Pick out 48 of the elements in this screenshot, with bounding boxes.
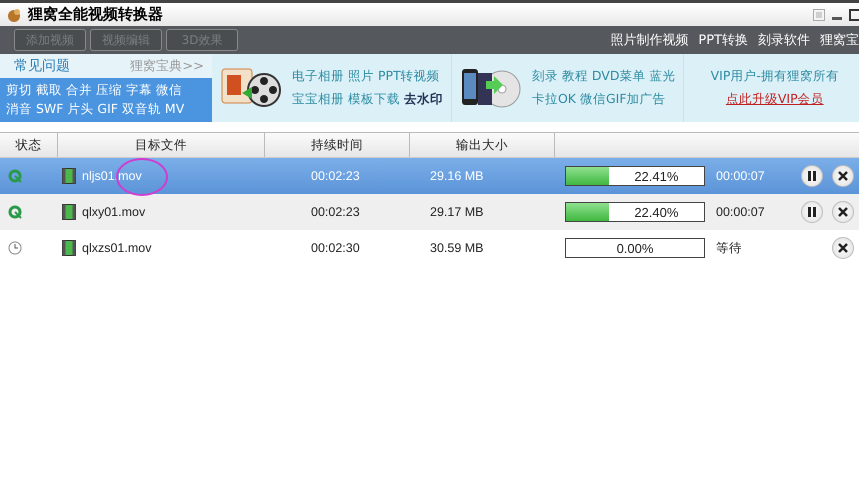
duration: 00:02:30 [311, 241, 360, 255]
toolbar-link[interactable]: 照片制作视频 [610, 31, 688, 49]
vip-upgrade-link[interactable]: 点此升级VIP会员 [726, 91, 824, 108]
close-button[interactable] [832, 165, 854, 187]
remaining-time: 00:00:07 [715, 169, 766, 183]
film-icon [62, 240, 76, 256]
output-size: 29.16 MB [430, 169, 484, 183]
pause-button[interactable] [801, 165, 823, 187]
column-header: 状态 [0, 133, 58, 157]
close-icon [838, 243, 848, 253]
pause-button[interactable] [801, 201, 823, 223]
column-header: 输出大小 [410, 133, 555, 157]
promo-links[interactable]: 电子相册 照片 PPT转视频 [292, 68, 443, 85]
file-name: qlxy01.mov [82, 205, 146, 219]
vip-text: VIP用户-拥有狸窝所有 [710, 68, 839, 85]
film-icon [62, 168, 76, 184]
close-button[interactable] [832, 201, 854, 223]
close-button[interactable] [832, 237, 854, 259]
file-name: qlxzs01.mov [82, 241, 152, 255]
column-header: 持续时间 [265, 133, 410, 157]
toolbar-link[interactable]: 狸窝宝 [820, 31, 859, 49]
window-title: 狸窝全能视频转换器 [28, 5, 164, 24]
toolbar-link[interactable]: 刻录软件 [758, 31, 810, 49]
pause-icon [808, 207, 816, 217]
duration: 00:02:23 [311, 169, 360, 183]
faq-links[interactable]: 消音 SWF 片头 GIF 双音轨 MV [6, 101, 184, 118]
faq-title: 常见问题 [14, 57, 70, 75]
column-header: 目标文件 [58, 133, 265, 157]
film-icon [62, 204, 76, 220]
close-icon [838, 171, 848, 181]
toolbar-link[interactable]: PPT转换 [698, 31, 748, 49]
promo-links[interactable]: 卡拉OK 微信GIF加广告 [532, 91, 676, 108]
maximize-icon[interactable] [849, 8, 859, 20]
faq-links[interactable]: 剪切 截取 合并 压缩 字幕 微信 [6, 82, 182, 99]
duration: 00:02:23 [311, 205, 360, 219]
output-size: 29.17 MB [430, 205, 484, 219]
output-size: 30.59 MB [430, 241, 484, 255]
app-logo-icon [6, 6, 22, 22]
task-row[interactable]: qlxy01.mov 00:02:23 29.17 MB 22.40% 00:00:07 [0, 194, 859, 230]
remaining-time: 00:00:07 [715, 205, 766, 219]
promo-links[interactable]: 刻录 教程 DVD菜单 蓝光 [532, 68, 676, 85]
close-icon [838, 207, 848, 217]
progress-percent: 22.41% [633, 168, 680, 185]
pause-icon [808, 171, 816, 181]
progress-percent: 22.40% [633, 204, 680, 221]
progress-percent: 0.00% [616, 240, 654, 257]
remaining-time: 等待 [715, 240, 743, 256]
promo-links[interactable]: 宝宝相册 模板下载 去水印 [292, 91, 443, 108]
